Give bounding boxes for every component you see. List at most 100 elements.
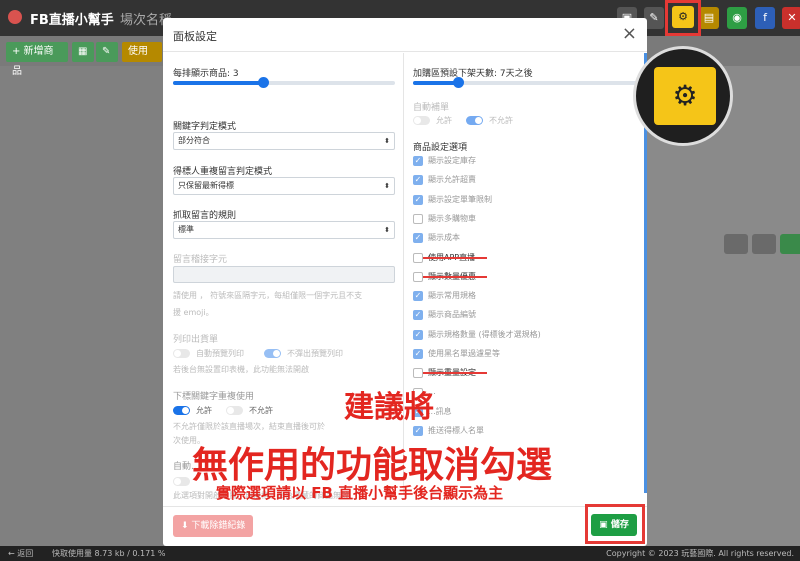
- option-label: 顯示設定庫存: [428, 156, 476, 165]
- column-divider: [403, 53, 404, 493]
- auto-preview-toggle[interactable]: [173, 349, 190, 358]
- line-icon[interactable]: ◉: [727, 7, 747, 29]
- per-row-slider-fill: [173, 81, 263, 85]
- reuse-label: 下標關鍵字重複使用: [173, 392, 255, 402]
- dup-mode-select[interactable]: 只保留最新得標 ⬍: [173, 177, 395, 195]
- download-debug-button[interactable]: ⬇ 下載除錯紀錄: [173, 515, 254, 537]
- option-checkbox[interactable]: ✓: [413, 175, 423, 186]
- option-label: 顯示商品編號: [428, 310, 476, 320]
- app-logo-icon: [8, 10, 22, 24]
- option-label: 顯示常用規格: [428, 291, 476, 301]
- keyword-mode-select[interactable]: 部分符合 ⬍: [173, 132, 395, 150]
- per-row-label: 每排顯示商品: 3: [173, 69, 239, 79]
- option-checkbox[interactable]: ✓: [413, 426, 423, 437]
- grab-rule-select[interactable]: 標準 ⬍: [173, 221, 395, 239]
- auto-fill-label: 自動補單: [413, 103, 450, 113]
- reuse-deny-toggle[interactable]: [226, 406, 243, 415]
- reuse-allow-toggle[interactable]: [173, 406, 190, 415]
- option-label: 使用黑名單過濾星等: [428, 349, 500, 358]
- send-icon[interactable]: [724, 234, 748, 254]
- grab-rule-value: 標準: [178, 225, 194, 234]
- option-checkbox[interactable]: ✓: [413, 233, 423, 244]
- auto-fill-allow-label: 允許: [436, 116, 452, 125]
- modal-header: 面板設定 ×: [163, 18, 647, 52]
- reuse-help-1: 不允許僅限於該直播場次，結束直播後可於: [173, 422, 325, 431]
- keyword-mode-value: 部分符合: [178, 136, 210, 145]
- download-label: 下載除錯紀錄: [191, 521, 246, 531]
- option-checkbox[interactable]: ✓: [413, 329, 423, 340]
- auto-fill-deny-toggle[interactable]: [466, 116, 483, 125]
- use-button[interactable]: 使用: [122, 42, 162, 62]
- dup-mode-value: 只保留最新得標: [178, 181, 234, 190]
- option-checkbox[interactable]: [413, 213, 423, 224]
- modal-title: 面板設定: [173, 30, 217, 43]
- close-icon[interactable]: ×: [622, 23, 637, 44]
- strikethrough-mark: [423, 372, 487, 375]
- per-row-slider-knob[interactable]: [257, 77, 269, 88]
- grab-rule-label: 抓取留言的規則: [173, 211, 237, 221]
- option-checkbox[interactable]: [413, 368, 423, 379]
- wrench-icon[interactable]: ✎: [644, 7, 664, 29]
- check-icon[interactable]: [780, 234, 800, 254]
- no-popup-label: 不彈出預覽列印: [287, 349, 343, 358]
- reuse-deny-label: 不允許: [249, 406, 273, 415]
- copyright: Copyright © 2023 玩藝國際. All rights reserv…: [606, 549, 794, 558]
- strikethrough-mark: [423, 256, 487, 259]
- connector-help-2: 援 emoji。: [173, 308, 214, 317]
- auto-fill-allow-toggle[interactable]: [413, 116, 430, 125]
- print-help: 若後台無設置印表機，此功能無法開啟: [173, 365, 309, 374]
- chat-icon[interactable]: [752, 234, 776, 254]
- gear-highlight: [665, 0, 701, 36]
- option-checkbox[interactable]: [413, 271, 423, 282]
- back-link[interactable]: ← 返回: [8, 546, 33, 561]
- archive-icon[interactable]: ▤: [699, 7, 719, 29]
- option-checkbox[interactable]: ✓: [413, 349, 423, 359]
- delist-days-label: 加購區預設下架天數: 7天之後: [413, 69, 533, 79]
- reuse-allow-label: 允許: [196, 406, 212, 415]
- auto-toggle[interactable]: [173, 477, 190, 486]
- option-label: 顯示允許超賣: [428, 175, 476, 185]
- print-label: 列印出貨單: [173, 335, 219, 345]
- select-caret-icon: ⬍: [384, 182, 390, 190]
- option-checkbox[interactable]: ✓: [413, 310, 423, 321]
- per-row-slider[interactable]: [173, 77, 395, 88]
- option-label: 顯示成本: [428, 233, 460, 243]
- modal-footer: ⬇ 下載除錯紀錄: [163, 506, 647, 546]
- option-label: 顯示多購物車: [428, 213, 476, 223]
- auto-preview-label: 自動預覽列印: [196, 349, 244, 358]
- dup-mode-label: 得標人重複留言判定模式: [173, 167, 273, 177]
- option-label: 顯示規格數量 (得標後才選規格): [428, 329, 541, 339]
- save-icon: ▣: [599, 520, 611, 530]
- product-options-label: 商品設定選項: [413, 143, 468, 153]
- option-checkbox[interactable]: ✓: [413, 156, 423, 166]
- footer: ← 返回 快取使用量 8.73 kb / 0.171 % Copyright ©…: [0, 546, 800, 561]
- option-checkbox[interactable]: ✓: [413, 291, 423, 302]
- save-button[interactable]: ▣ 儲存: [591, 514, 637, 536]
- add-product-button[interactable]: + 新增商品: [6, 42, 68, 77]
- select-caret-icon: ⬍: [384, 137, 390, 145]
- modal-body: 每排顯示商品: 3 關鍵字判定模式 部分符合 ⬍ 得標人重複留言判定模式 只保留…: [163, 53, 647, 500]
- edit-icon[interactable]: ✎: [96, 42, 118, 62]
- select-caret-icon: ⬍: [384, 226, 390, 234]
- delist-days-fill: [413, 81, 458, 85]
- delist-days-slider[interactable]: [413, 77, 638, 88]
- tag-icon[interactable]: ▦: [72, 42, 94, 62]
- trash-icon[interactable]: ✕: [782, 7, 800, 29]
- zoomed-gear-icon: ⚙: [654, 67, 716, 125]
- delist-days-knob[interactable]: [453, 77, 464, 88]
- no-popup-toggle[interactable]: [264, 349, 281, 358]
- save-label: 儲存: [610, 520, 629, 530]
- strikethrough-mark: [423, 275, 487, 278]
- connector-input[interactable]: [173, 266, 395, 283]
- app-title: FB直播小幫手: [30, 13, 114, 28]
- option-checkbox[interactable]: [413, 252, 423, 263]
- facebook-icon[interactable]: f: [755, 7, 775, 29]
- connector-help-1: 請使用 ， 符號來區隔字元，每組僅限一個字元且不支: [173, 291, 363, 300]
- download-icon: ⬇: [181, 521, 192, 531]
- annotation-line3: 實際選項請以 FB 直播小幫手後台顯示為主: [216, 484, 504, 502]
- auto-fill-deny-label: 不允許: [489, 116, 513, 125]
- connector-label: 留言稽接字元: [173, 255, 228, 265]
- annotation-line2: 無作用的功能取消勾選: [192, 445, 553, 486]
- option-checkbox[interactable]: ✓: [413, 194, 423, 205]
- keyword-mode-label: 關鍵字判定模式: [173, 122, 237, 132]
